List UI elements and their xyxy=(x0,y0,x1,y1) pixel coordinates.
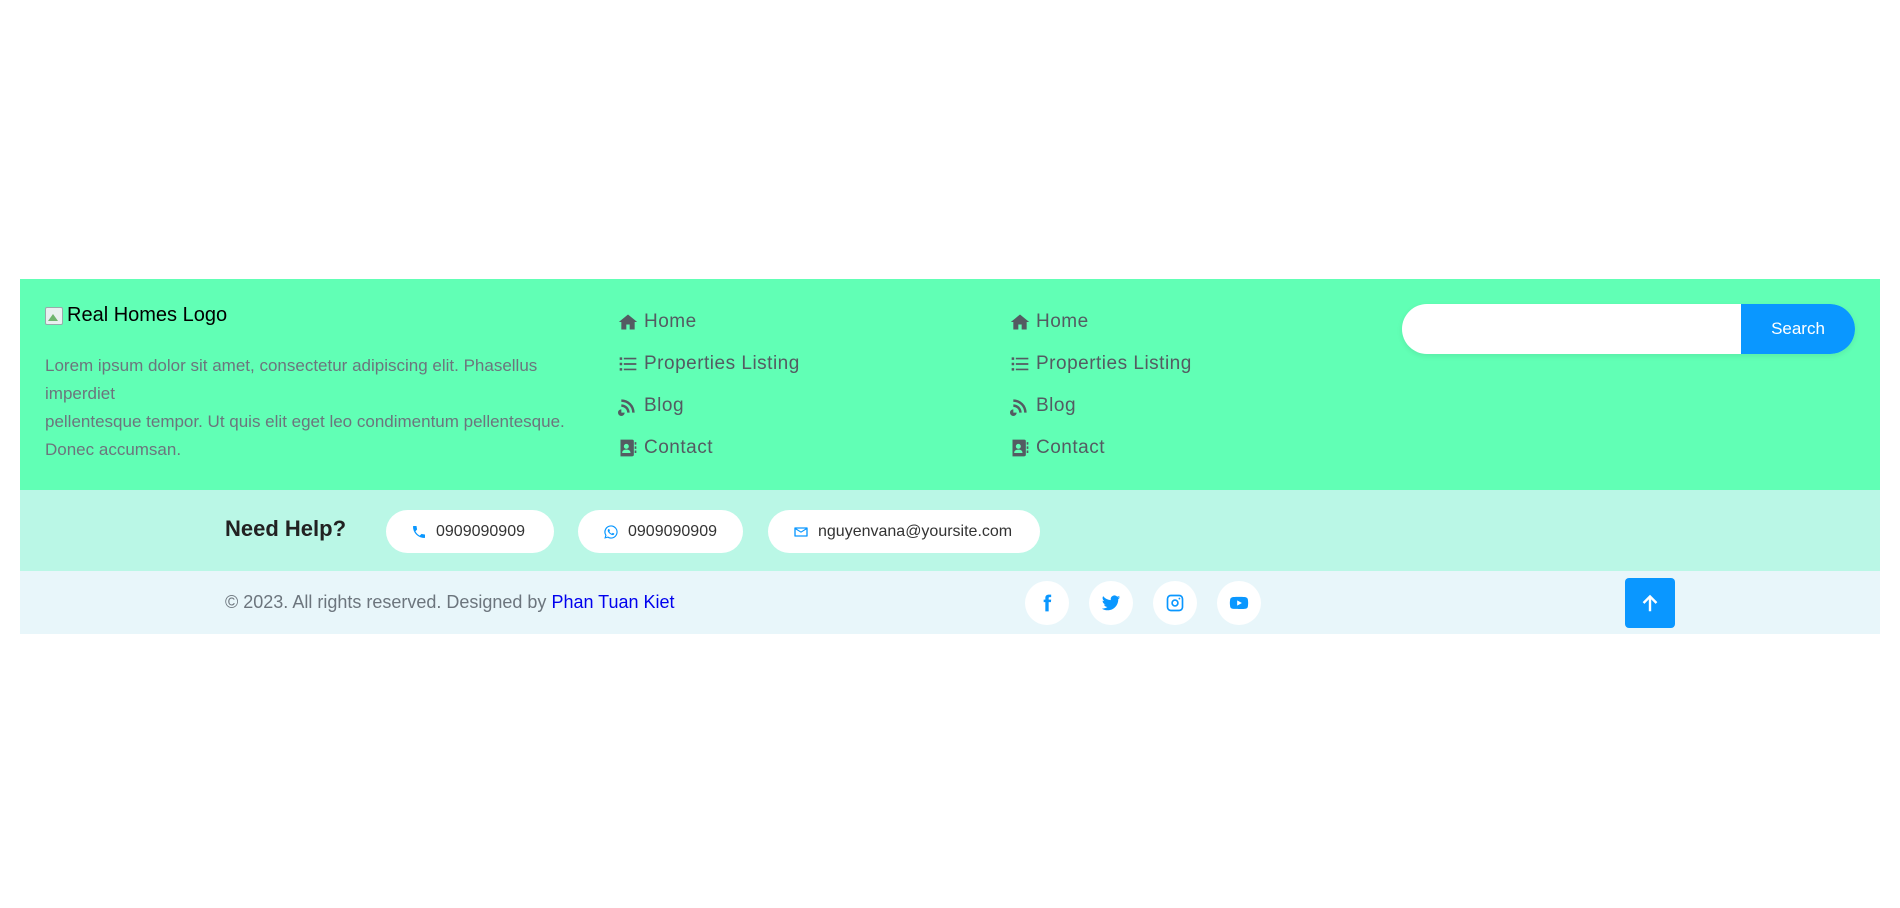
footer-description: Lorem ipsum dolor sit amet, consectetur … xyxy=(45,352,605,464)
home-icon xyxy=(618,314,638,330)
email-contact-button[interactable]: nguyenvana@yoursite.com xyxy=(768,510,1040,553)
nav-label: Properties Listing xyxy=(644,353,800,374)
search-button[interactable]: Search xyxy=(1741,304,1855,354)
contact-book-icon xyxy=(1012,439,1029,457)
list-icon xyxy=(619,357,637,371)
blog-icon xyxy=(618,399,635,416)
nav-label: Home xyxy=(1036,311,1089,332)
description-line: pellentesque tempor. Ut quis elit eget l… xyxy=(45,412,565,459)
youtube-icon xyxy=(1229,596,1249,610)
footer-nav-blog[interactable]: Blog xyxy=(1010,385,1192,427)
logo-alt-text: Real Homes Logo xyxy=(67,304,228,326)
arrow-up-icon xyxy=(1642,594,1658,612)
nav-label: Contact xyxy=(644,437,713,458)
footer-nav-home[interactable]: Home xyxy=(1010,301,1192,343)
whatsapp-number: 0909090909 xyxy=(628,522,717,540)
footer-nav-contact[interactable]: Contact xyxy=(618,427,800,469)
site-footer: Real Homes Logo Lorem ipsum dolor sit am… xyxy=(20,279,1880,634)
twitter-icon xyxy=(1101,595,1121,611)
whatsapp-contact-button[interactable]: 0909090909 xyxy=(578,510,743,553)
nav-label: Blog xyxy=(1036,395,1077,416)
copyright-bar: © 2023. All rights reserved. Designed by… xyxy=(20,571,1880,634)
twitter-link[interactable] xyxy=(1089,581,1133,625)
search-input[interactable] xyxy=(1402,304,1741,354)
blog-icon xyxy=(1010,399,1027,416)
contact-book-icon xyxy=(620,439,637,457)
phone-icon xyxy=(413,525,425,538)
footer-nav-properties[interactable]: Properties Listing xyxy=(1010,343,1192,385)
nav-label: Blog xyxy=(644,395,685,416)
list-icon xyxy=(1011,357,1029,371)
broken-image-icon xyxy=(45,306,63,325)
footer-main: Real Homes Logo Lorem ipsum dolor sit am… xyxy=(20,279,1880,490)
nav-label: Home xyxy=(644,311,697,332)
copyright-label: © 2023. All rights reserved. Designed by xyxy=(225,592,552,612)
instagram-icon xyxy=(1166,594,1184,612)
footer-nav-blog[interactable]: Blog xyxy=(618,385,800,427)
whatsapp-icon xyxy=(604,524,618,539)
email-address: nguyenvana@yoursite.com xyxy=(818,522,1013,540)
email-icon xyxy=(794,526,808,537)
nav-label: Contact xyxy=(1036,437,1105,458)
phone-number: 0909090909 xyxy=(436,522,525,540)
footer-nav-home[interactable]: Home xyxy=(618,301,800,343)
facebook-link[interactable] xyxy=(1025,581,1069,625)
facebook-icon xyxy=(1043,594,1052,612)
youtube-link[interactable] xyxy=(1217,581,1261,625)
copyright-text: © 2023. All rights reserved. Designed by… xyxy=(225,592,675,613)
nav-label: Properties Listing xyxy=(1036,353,1192,374)
help-bar: Need Help? 0909090909 0909090909 nguyenv… xyxy=(20,490,1880,571)
site-logo[interactable]: Real Homes Logo xyxy=(45,304,227,327)
footer-nav-contact[interactable]: Contact xyxy=(1010,427,1192,469)
footer-nav-properties[interactable]: Properties Listing xyxy=(618,343,800,385)
footer-search-form: Search xyxy=(1402,304,1855,354)
back-to-top-button[interactable] xyxy=(1625,578,1675,628)
footer-nav-primary: Home Properties Listing Blog Contact xyxy=(618,301,800,469)
footer-nav-secondary: Home Properties Listing Blog Contact xyxy=(1010,301,1192,469)
designer-link[interactable]: Phan Tuan Kiet xyxy=(551,592,674,612)
description-line: Lorem ipsum dolor sit amet, consectetur … xyxy=(45,356,538,403)
help-title: Need Help? xyxy=(225,516,347,541)
home-icon xyxy=(1010,314,1030,330)
instagram-link[interactable] xyxy=(1153,581,1197,625)
phone-contact-button[interactable]: 0909090909 xyxy=(386,510,554,553)
